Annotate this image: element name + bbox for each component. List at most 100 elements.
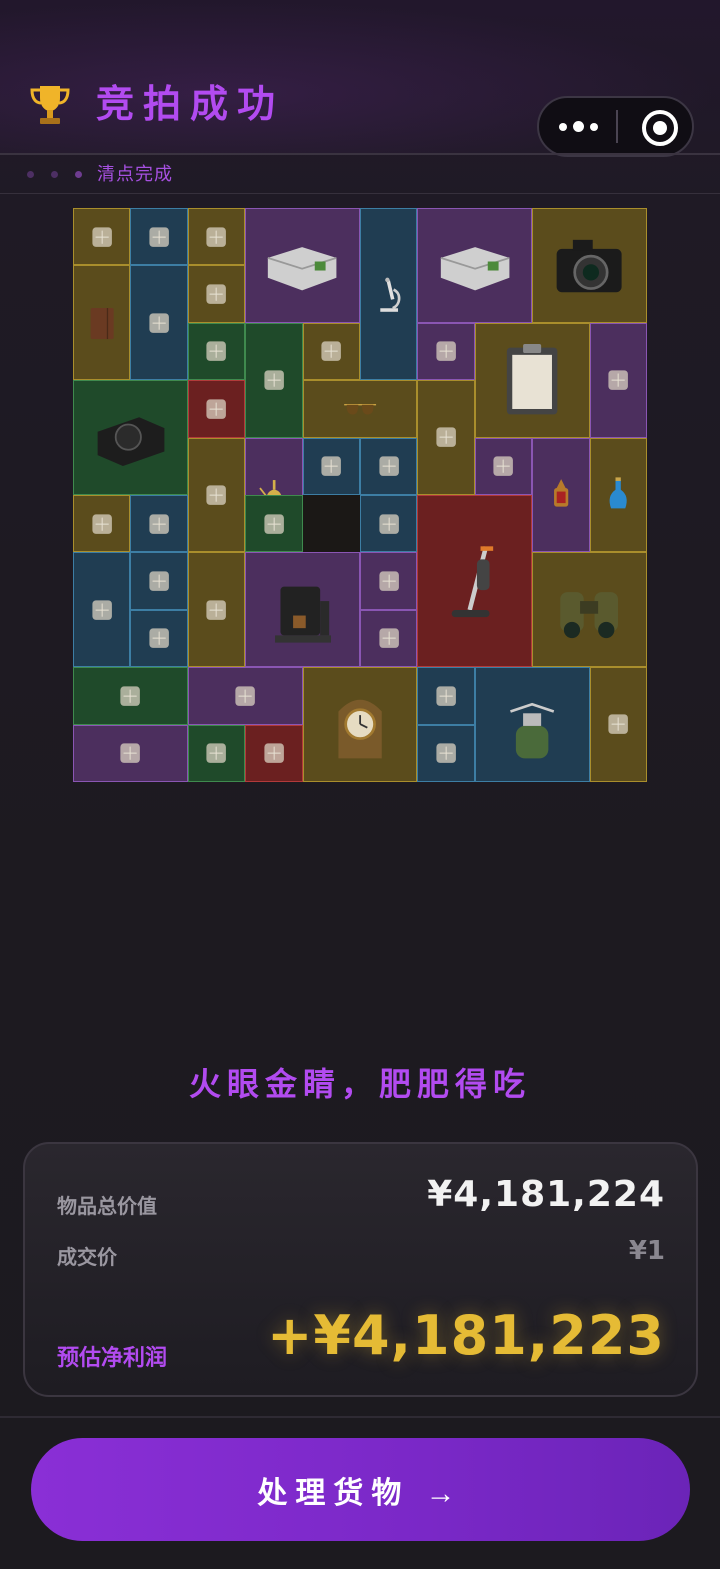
loot-item-stethoscope[interactable] [73,552,131,668]
loot-item-tin-box[interactable] [187,208,246,266]
microscope-icon [379,277,400,312]
puzzle-cube-icon [91,513,112,534]
loot-item-graphics-card[interactable] [130,265,188,381]
compass-icon [206,399,227,419]
power-supply-icon [97,417,165,467]
hand-drum-icon [264,370,284,390]
tea-tin-icon [149,571,169,591]
mantel-clock-icon [338,700,382,759]
loot-item-book[interactable] [187,437,246,553]
radio-icon [235,686,255,706]
stethoscope-icon [91,600,112,620]
loot-item-lantern[interactable] [532,437,590,553]
loot-item-leather-journal[interactable] [73,265,131,381]
snack-pack-icon [608,370,629,390]
loot-item-graphics-card[interactable] [589,667,647,782]
loot-item-radio[interactable] [187,667,303,725]
trophy-icon [30,86,70,124]
profit-value: +¥4,181,223 [267,1304,665,1367]
sound-card-icon [120,743,141,764]
footer-divider [0,1416,720,1418]
pliers-icon [206,743,227,764]
loot-item-smart-watch[interactable] [360,609,418,668]
loot-item-medicine-bottle[interactable] [302,437,360,495]
loot-item-camping-stove[interactable] [474,667,590,782]
loot-item-pliers[interactable] [187,724,246,782]
loot-item-hand-drum[interactable] [245,322,303,438]
medicine-bottle-icon [436,743,456,764]
total-value: ¥4,181,224 [427,1174,665,1215]
loot-item-power-supply[interactable] [73,380,188,495]
loot-item-usb-drive[interactable] [245,724,303,782]
loot-item-book[interactable] [187,552,246,668]
process-goods-button[interactable]: 处理货物 → [31,1438,690,1541]
summary-card: 物品总价值 ¥4,181,224 成交价 ¥1 预估净利润 +¥4,181,22… [23,1142,698,1397]
loot-item-camera[interactable] [532,208,647,323]
loot-item-network-router[interactable] [417,208,533,323]
close-target-icon[interactable] [642,110,678,146]
loot-item-tea-tin[interactable] [130,552,188,610]
pliers-icon [206,341,227,362]
profit-label: 预估净利润 [57,1346,168,1371]
loot-item-mantel-clock[interactable] [302,667,418,782]
usb-stick-icon [149,226,169,247]
loot-item-medicine-bottle[interactable] [417,724,475,782]
status-divider [0,193,720,194]
loot-item-aviator-sunglasses[interactable] [302,380,418,438]
loot-item-warning-sign[interactable] [360,437,418,495]
loot-item-network-router[interactable] [245,208,360,323]
loot-item-thermometer-gun[interactable] [130,495,188,553]
loot-item-pliers[interactable] [187,322,246,381]
leather-journal-icon [90,307,114,339]
loot-item-coffee-machine[interactable] [245,552,360,668]
loot-item-binoculars[interactable] [532,552,647,668]
ration-bar-icon [264,513,284,534]
book-icon [206,485,227,505]
loot-item-firecracker[interactable] [360,552,418,610]
more-icon[interactable] [539,98,617,155]
wooden-plank-icon [120,686,141,706]
smart-watch-icon [378,628,399,649]
loot-item-gold-ring[interactable] [73,208,131,266]
loot-item-puzzle-cube[interactable] [187,265,246,323]
stick-vacuum-icon [451,546,493,618]
loot-grid [73,208,647,782]
loot-item-compass[interactable] [187,380,246,438]
loot-item-dagger[interactable] [417,322,475,381]
loot-item-microscope[interactable] [360,208,418,381]
capsule-divider [616,110,618,143]
loot-item-ration-pack[interactable] [417,667,475,725]
ration-pack-icon [436,686,456,706]
status-text: 清点完成 [97,164,173,185]
loot-item-clipboard[interactable] [474,322,590,438]
loot-item-firecracker[interactable] [474,437,533,495]
loot-item-potion-bottle[interactable] [589,437,647,553]
total-value-label: 物品总价值 [57,1194,157,1218]
loot-item-sound-card[interactable] [73,724,188,782]
optical-disc-icon [149,628,169,649]
loot-item-puzzle-cube[interactable] [73,495,131,553]
thermometer-gun-icon [149,513,169,534]
tin-box-icon [206,226,227,247]
loot-item-usb-stick[interactable] [130,208,188,266]
loot-item-old-map[interactable] [417,380,475,495]
firecracker-icon [493,456,514,477]
binoculars-icon [560,591,619,638]
loot-item-water-bottle[interactable] [360,495,418,553]
loot-item-optical-disc[interactable] [130,609,188,668]
deal-price-label: 成交价 [57,1245,117,1269]
book-icon [206,600,227,620]
loot-item-wooden-plank[interactable] [73,667,188,725]
graphics-card-icon [608,714,629,735]
loot-item-stick-vacuum[interactable] [417,495,533,668]
loot-item-ration-bar[interactable] [245,495,303,553]
dagger-icon [436,341,456,362]
camera-icon [557,240,623,293]
mini-program-capsule [537,96,694,157]
loot-item-snack-pack[interactable] [589,322,647,438]
network-router-icon [440,247,510,291]
network-router-icon [268,247,338,291]
ssd-drive-icon [321,341,342,362]
loot-item-ssd-drive[interactable] [302,322,360,381]
page-title: 竞拍成功 [96,82,285,126]
